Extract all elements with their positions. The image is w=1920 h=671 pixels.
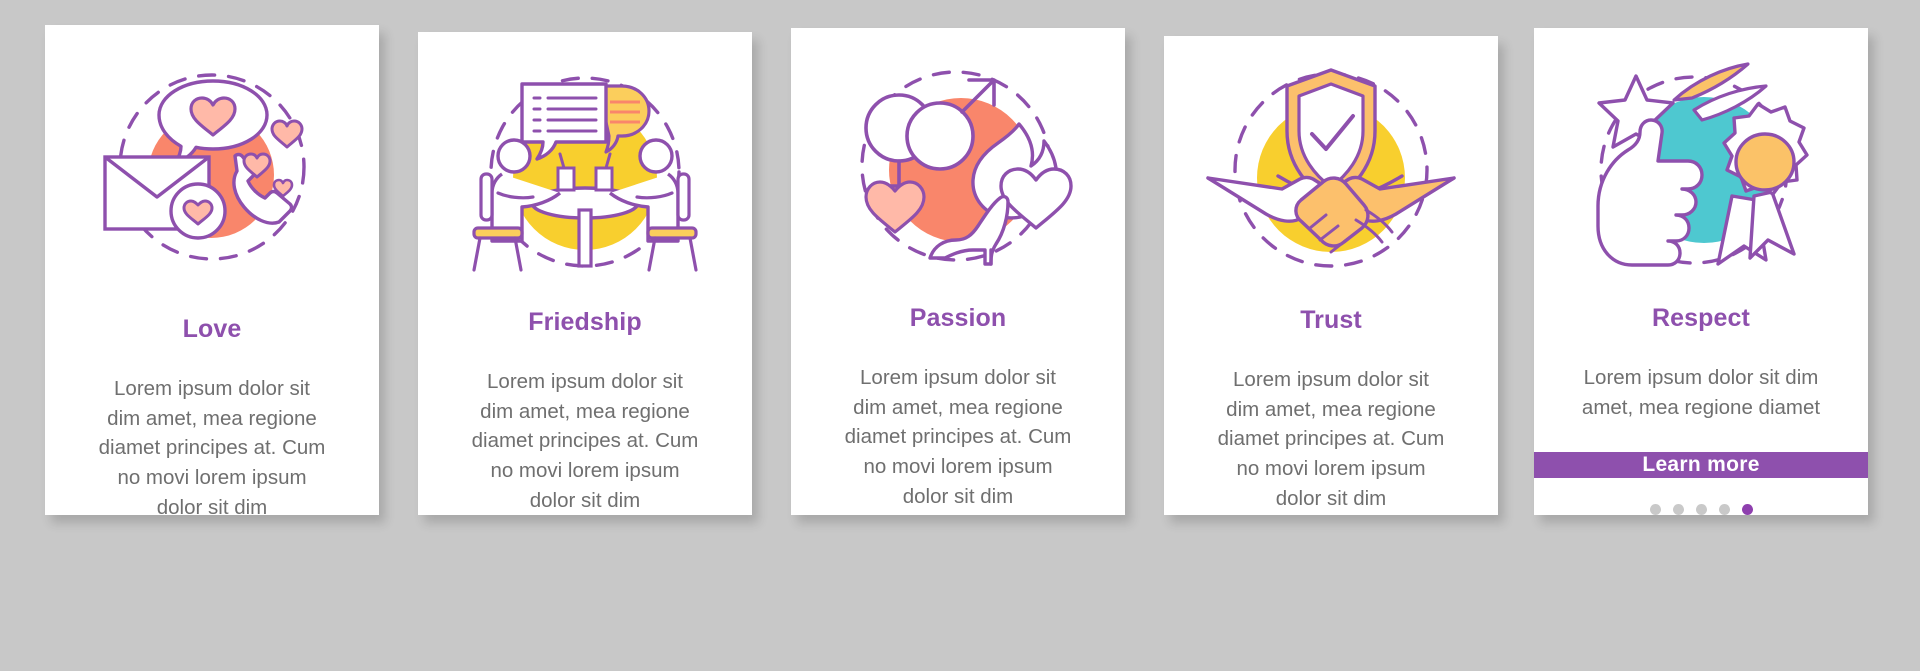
card-description: Lorem ipsum dolor sit dim amet, mea regi… [471,370,699,512]
card-title: Respect [1652,304,1750,332]
card-title: Friedship [528,308,642,336]
card-description: Lorem ipsum dolor sit dim amet, mea regi… [844,366,1072,508]
trust-illustration [1164,60,1498,274]
card-description: Lorem ipsum dolor sit dim amet, mea regi… [1217,368,1445,510]
step-dot-3[interactable] [1695,504,1707,515]
respect-illustration [1534,58,1868,272]
onboarding-card-respect[interactable]: Respect Lorem ipsum dolor sit dim amet, … [1534,28,1868,515]
onboarding-card-friedship[interactable]: Friedship Lorem ipsum dolor sit dim amet… [418,32,752,515]
onboarding-screens-container: Love Lorem ipsum dolor sit dim amet, mea… [0,0,1920,671]
step-dot-4[interactable] [1718,504,1730,515]
step-dot-2[interactable] [1672,504,1684,515]
trust-shield-check-handshake-icon [1206,68,1456,268]
respect-thumbs-up-star-medal-icon [1596,62,1809,267]
learn-more-button[interactable]: Learn more [1534,452,1868,479]
card-description: Lorem ipsum dolor sit dim amet, mea regi… [1581,366,1821,419]
friedship-illustration [418,62,752,276]
onboarding-card-trust[interactable]: Trust Lorem ipsum dolor sit dim amet, me… [1164,36,1498,515]
love-illustration [45,63,379,271]
love-mail-heart-phone-icon [103,73,306,261]
card-title: Trust [1300,306,1362,334]
card-description: Lorem ipsum dolor sit dim amet, mea regi… [98,377,326,515]
onboarding-card-passion[interactable]: Passion Lorem ipsum dolor sit dim amet, … [791,28,1125,515]
friendship-two-people-table-chat-icon [472,76,698,272]
step-dot-5[interactable] [1741,504,1753,515]
passion-gender-symbols-heel-flame-heart-icon [860,70,1073,266]
step-indicator-dots[interactable] [1649,504,1753,515]
card-title: Love [182,315,242,343]
step-dot-1[interactable] [1649,504,1661,515]
passion-illustration [791,58,1125,272]
onboarding-card-love[interactable]: Love Lorem ipsum dolor sit dim amet, mea… [45,25,379,515]
card-title: Passion [909,304,1007,332]
